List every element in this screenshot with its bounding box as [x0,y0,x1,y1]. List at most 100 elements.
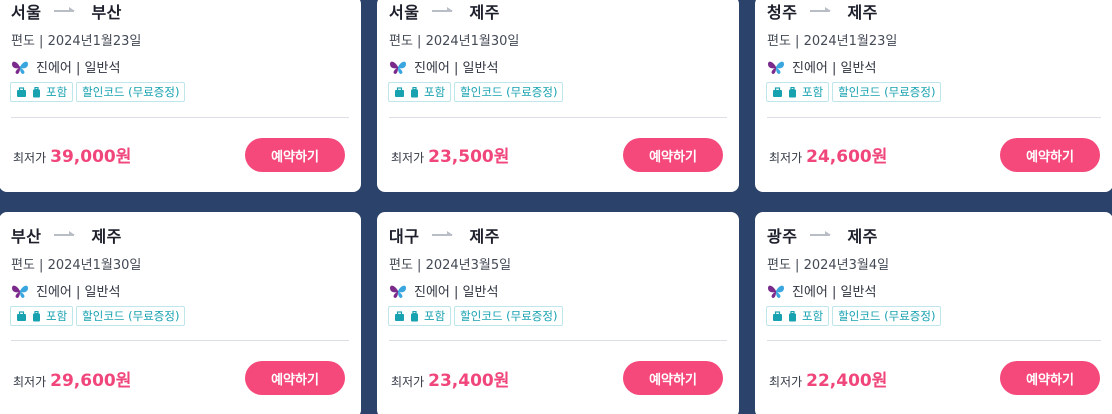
baggage-tag-label: 포함 [46,85,68,99]
book-button[interactable]: 예약하기 [245,138,345,172]
route: 서울 부산 [11,0,122,22]
baggage-tag: 포함 [766,306,830,326]
flight-card[interactable]: 서울 부산 편도 | 2024년1월23일 진에어 | 일반석 포함 할인코드 … [0,0,361,192]
tags: 포함 할인코드 (무료증정) [10,306,186,326]
jin-air-butterfly-logo [767,59,785,75]
divider [767,117,1101,118]
price-label: 최저가 [13,375,47,389]
arrow-right-icon [431,229,457,241]
luggage-icon [787,310,798,322]
origin-city: 대구 [389,227,420,246]
tags: 포함 할인코드 (무료증정) [766,82,942,102]
price: 최저가 24,600원 [769,142,887,167]
luggage-icon [31,310,42,322]
baggage-tag-label: 포함 [802,309,824,323]
discount-tag: 할인코드 (무료증정) [454,82,564,102]
route: 부산 제주 [11,224,122,246]
price-value: 39,000원 [50,147,132,167]
price: 최저가 39,000원 [13,142,131,167]
flight-card[interactable]: 대구 제주 편도 | 2024년3월5일 진에어 | 일반석 포함 할인코드 (… [377,212,739,414]
destination-city: 제주 [469,3,500,22]
trip-info: 편도 | 2024년3월5일 [389,258,512,273]
origin-city: 청주 [767,3,798,22]
baggage-tag-label: 포함 [802,85,824,99]
route: 서울 제주 [389,0,500,22]
airline-info: 진에어 | 일반석 [767,281,876,300]
bag-icon [394,310,405,322]
bag-icon [16,310,27,322]
route: 청주 제주 [767,0,878,22]
destination-city: 제주 [847,3,878,22]
destination-city: 제주 [469,227,500,246]
price-value: 22,400원 [806,371,888,391]
arrow-right-icon [431,5,457,17]
price-value: 23,400원 [428,371,510,391]
price-label: 최저가 [769,375,803,389]
book-button[interactable]: 예약하기 [245,361,345,395]
divider [767,340,1101,341]
origin-city: 부산 [11,227,42,246]
flight-card[interactable]: 부산 제주 편도 | 2024년1월30일 진에어 | 일반석 포함 할인코드 … [0,212,361,414]
price: 최저가 23,400원 [391,366,509,391]
discount-tag: 할인코드 (무료증정) [454,306,564,326]
origin-city: 서울 [389,3,420,22]
airline-label: 진에어 | 일반석 [36,61,121,76]
bag-icon [16,86,27,98]
baggage-tag: 포함 [766,82,830,102]
discount-tag: 할인코드 (무료증정) [832,306,942,326]
jin-air-butterfly-logo [767,283,785,299]
price-value: 23,500원 [428,147,510,167]
luggage-icon [409,310,420,322]
trip-info: 편도 | 2024년1월23일 [767,34,898,49]
baggage-tag: 포함 [388,82,452,102]
discount-tag: 할인코드 (무료증정) [76,306,186,326]
price-label: 최저가 [391,375,425,389]
jin-air-butterfly-logo [11,59,29,75]
baggage-tag: 포함 [388,306,452,326]
airline-info: 진에어 | 일반석 [389,57,498,76]
book-button[interactable]: 예약하기 [1000,361,1100,395]
jin-air-butterfly-logo [11,283,29,299]
price-value: 24,600원 [806,147,888,167]
trip-info: 편도 | 2024년3월4일 [767,258,890,273]
divider [389,340,727,341]
arrow-right-icon [53,5,79,17]
baggage-tag: 포함 [10,82,74,102]
book-button[interactable]: 예약하기 [1000,138,1100,172]
book-button[interactable]: 예약하기 [623,138,723,172]
origin-city: 서울 [11,3,42,22]
flight-card[interactable]: 광주 제주 편도 | 2024년3월4일 진에어 | 일반석 포함 할인코드 (… [755,212,1112,414]
luggage-icon [787,86,798,98]
flight-card[interactable]: 서울 제주 편도 | 2024년1월30일 진에어 | 일반석 포함 할인코드 … [377,0,739,192]
baggage-tag-label: 포함 [424,309,446,323]
divider [389,117,727,118]
baggage-tag: 포함 [10,306,74,326]
airline-label: 진에어 | 일반석 [414,61,499,76]
flight-card[interactable]: 청주 제주 편도 | 2024년1월23일 진에어 | 일반석 포함 할인코드 … [755,0,1112,192]
destination-city: 부산 [91,3,122,22]
price: 최저가 23,500원 [391,142,509,167]
divider [11,117,349,118]
airline-info: 진에어 | 일반석 [767,57,876,76]
flight-deals-grid: 서울 부산 편도 | 2024년1월23일 진에어 | 일반석 포함 할인코드 … [0,0,1112,414]
divider [11,340,349,341]
arrow-right-icon [809,229,835,241]
route: 광주 제주 [767,224,878,246]
tags: 포함 할인코드 (무료증정) [388,306,564,326]
origin-city: 광주 [767,227,798,246]
airline-label: 진에어 | 일반석 [414,285,499,300]
baggage-tag-label: 포함 [424,85,446,99]
price-label: 최저가 [769,151,803,165]
discount-tag: 할인코드 (무료증정) [832,82,942,102]
bag-icon [772,86,783,98]
luggage-icon [31,86,42,98]
discount-tag: 할인코드 (무료증정) [76,82,186,102]
airline-info: 진에어 | 일반석 [389,281,498,300]
luggage-icon [409,86,420,98]
price-label: 최저가 [13,151,47,165]
book-button[interactable]: 예약하기 [623,361,723,395]
airline-label: 진에어 | 일반석 [36,285,121,300]
jin-air-butterfly-logo [389,283,407,299]
airline-label: 진에어 | 일반석 [792,61,877,76]
airline-label: 진에어 | 일반석 [792,285,877,300]
